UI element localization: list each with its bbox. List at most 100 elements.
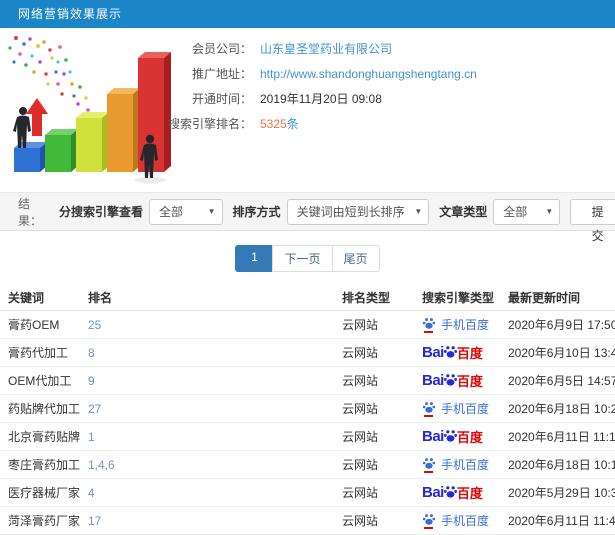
pagination: 1 下一页 尾页 <box>0 245 615 272</box>
table-header-row: 关键词 排名 排名类型 搜索引擎类型 最新更新时间 <box>0 284 615 311</box>
rank-unit: 条 <box>286 117 299 131</box>
table-row: 菏泽膏药厂家 17 云网站 手机百度 2020年6月11日 11:40 <box>0 507 615 535</box>
paw-underline <box>424 414 433 417</box>
col-header-keyword: 关键词 <box>8 290 45 305</box>
table-row: 膏药代加工 8 云网站 Bai 百度 2020年6月10日 13:40 <box>0 339 615 367</box>
company-info: 会员公司： 山东皇圣堂药业有限公司 推广地址： http://www.shand… <box>132 36 477 136</box>
page-button-next[interactable]: 下一页 <box>272 245 333 272</box>
update-time-cell: 2020年6月18日 10:19 <box>508 458 615 472</box>
bar-green <box>45 129 78 172</box>
engine-cell: 手机百度 <box>422 456 508 473</box>
baidu-logo-text-bai: Bai <box>422 345 444 360</box>
keyword-cell: 药贴牌代加工 <box>8 402 81 416</box>
rank-link[interactable]: 1,4,6 <box>88 458 115 472</box>
engine-cell: 手机百度 <box>422 400 508 417</box>
rank-type-cell: 云网站 <box>342 374 379 388</box>
baidu-logo-text-cn: 百度 <box>456 430 483 444</box>
promo-url-label: 推广地址： <box>191 67 252 81</box>
chevron-down-icon: ▼ <box>545 206 554 216</box>
rank-type-cell: 云网站 <box>342 346 379 360</box>
article-type-value: 全部 <box>503 204 528 219</box>
baidu-paw-icon <box>443 486 457 498</box>
mobile-baidu-paw <box>422 401 436 417</box>
baidu-paw-icon <box>422 317 436 329</box>
engine-filter-label: 分搜索引擎查看 <box>58 205 143 219</box>
paw-underline <box>424 330 433 333</box>
rank-type-cell: 云网站 <box>342 430 379 444</box>
update-time-cell: 2020年6月5日 14:57 <box>508 374 615 388</box>
baidu-paw-icon <box>443 346 457 358</box>
update-time-cell: 2020年6月18日 10:25 <box>508 402 615 416</box>
result-label: 结果： <box>18 196 43 228</box>
engine-filter-select[interactable]: 全部 ▼ <box>148 198 223 225</box>
chevron-down-icon: ▼ <box>414 206 423 216</box>
col-header-rank: 排名 <box>88 290 113 305</box>
update-time-cell: 2020年6月11日 11:40 <box>508 514 615 528</box>
paw-underline <box>424 470 433 473</box>
company-link[interactable]: 山东皇圣堂药业有限公司 <box>260 40 392 57</box>
submit-button[interactable]: 提交 <box>570 198 615 243</box>
rank-link[interactable]: 8 <box>88 346 95 360</box>
keyword-cell: 膏药代加工 <box>8 346 69 360</box>
info-section: 会员公司： 山东皇圣堂药业有限公司 推广地址： http://www.shand… <box>0 28 615 192</box>
table-body: 膏药OEM 25 云网站 手机百度 2020年6月9日 17:50 膏药代加工 8 云网站 B… <box>0 311 615 535</box>
engine-filter-value: 全部 <box>158 204 183 219</box>
open-time-value: 2019年11月20日 09:08 <box>260 92 382 106</box>
paw-underline <box>424 526 433 529</box>
mobile-baidu-paw <box>422 317 436 333</box>
chevron-down-icon: ▼ <box>207 206 216 216</box>
rank-link[interactable]: 1 <box>88 430 95 444</box>
col-header-rank-type: 排名类型 <box>342 290 391 305</box>
engine-rank-label: 搜索引擎排名： <box>167 117 252 131</box>
update-time-cell: 2020年6月11日 11:18 <box>508 430 615 444</box>
promo-url-link[interactable]: http://www.shandonghuangshengtang.cn <box>260 67 477 81</box>
mobile-baidu-paw <box>422 457 436 473</box>
engine-cell: Bai 百度 <box>422 485 508 500</box>
baidu-paw-icon <box>422 401 436 413</box>
baidu-paw-icon <box>443 430 457 442</box>
table-row: 医疗器械厂家 4 云网站 Bai 百度 2020年5月29日 10:32 <box>0 479 615 507</box>
rank-link[interactable]: 4 <box>88 486 95 500</box>
engine-cell: Bai 百度 <box>422 345 508 360</box>
baidu-logo-text-bai: Bai <box>422 373 444 388</box>
engine-cell: 手机百度 <box>422 316 508 333</box>
keyword-cell: 医疗器械厂家 <box>8 486 81 500</box>
engine-cell: Bai 百度 <box>422 373 508 388</box>
page-button-current[interactable]: 1 <box>235 245 274 272</box>
page-button-last[interactable]: 尾页 <box>331 245 380 272</box>
update-time-cell: 2020年5月29日 10:32 <box>508 486 615 500</box>
update-time-cell: 2020年6月10日 13:40 <box>508 346 615 360</box>
baidu-logo: Bai 百度 <box>422 429 483 444</box>
mobile-baidu-label: 手机百度 <box>441 514 490 528</box>
filter-bar: 结果： 分搜索引擎查看 全部 ▼ 排序方式 关键词由短到长排序 ▼ 文章类型 全… <box>0 192 615 243</box>
keyword-cell: 菏泽膏药厂家 <box>8 514 81 528</box>
rank-type-cell: 云网站 <box>342 318 379 332</box>
baidu-paw-icon <box>443 374 457 386</box>
table-row: 药贴牌代加工 27 云网站 手机百度 2020年6月18日 10:25 <box>0 395 615 423</box>
engine-cell: Bai 百度 <box>422 429 508 444</box>
rank-type-cell: 云网站 <box>342 458 379 472</box>
mobile-baidu-logo: 手机百度 <box>422 512 489 529</box>
rank-link[interactable]: 25 <box>88 318 101 332</box>
keyword-cell: 枣庄膏药加工 <box>8 458 81 472</box>
mobile-baidu-logo: 手机百度 <box>422 456 489 473</box>
article-type-select[interactable]: 全部 ▼ <box>493 198 561 225</box>
article-type-label: 文章类型 <box>439 205 488 219</box>
engine-rank-value: 5325条 <box>260 115 299 132</box>
rank-type-cell: 云网站 <box>342 402 379 416</box>
info-row-open-time: 开通时间： 2019年11月20日 09:08 <box>132 86 477 111</box>
mobile-baidu-logo: 手机百度 <box>422 316 489 333</box>
sort-select[interactable]: 关键词由短到长排序 ▼ <box>286 198 430 225</box>
rank-link[interactable]: 17 <box>88 514 101 528</box>
mobile-baidu-paw <box>422 513 436 529</box>
rank-type-cell: 云网站 <box>342 486 379 500</box>
baidu-logo-text-bai: Bai <box>422 485 444 500</box>
rank-link[interactable]: 9 <box>88 374 95 388</box>
table-row: 枣庄膏药加工 1,4,6 云网站 手机百度 2020年6月18日 10:19 <box>0 451 615 479</box>
info-row-rank-count: 搜索引擎排名： 5325条 <box>132 111 477 136</box>
info-row-company: 会员公司： 山东皇圣堂药业有限公司 <box>132 36 477 61</box>
baidu-logo-text-cn: 百度 <box>456 486 483 500</box>
filter-controls: 分搜索引擎查看 全部 ▼ 排序方式 关键词由短到长排序 ▼ 文章类型 全部 ▼ … <box>49 198 615 243</box>
rank-link[interactable]: 27 <box>88 402 101 416</box>
table-row: 北京膏药贴牌 1 云网站 Bai 百度 2020年6月11日 11:18 <box>0 423 615 451</box>
